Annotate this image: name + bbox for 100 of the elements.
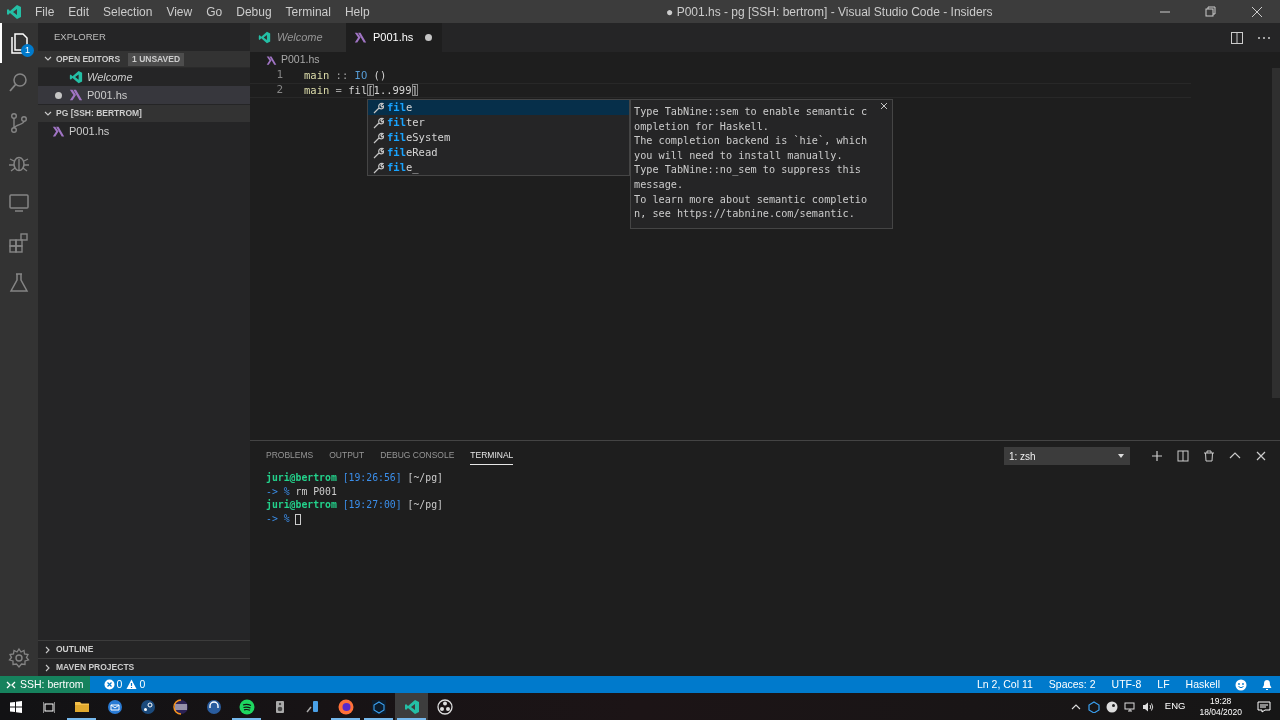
status-item[interactable]: UTF-8 [1103,676,1150,693]
restore-icon [1204,4,1218,19]
code-line: main :: IO () [304,67,387,83]
smiley-icon[interactable] [1235,678,1247,691]
menu-item[interactable]: Go [199,2,230,21]
wrench-icon [372,146,384,159]
wrench-icon [372,161,384,174]
status-item[interactable]: LF [1149,676,1178,693]
split-editor-icon[interactable] [1230,30,1244,45]
dropdown-icon [1117,452,1125,460]
section-title: PG [SSH: BERTROM] [56,107,142,120]
terminal-line: -> % [266,512,1280,526]
editor-tab[interactable]: P001.hs [346,23,442,52]
close-button[interactable] [880,102,888,110]
phone-icon [304,698,321,715]
lambda-icon [354,31,367,44]
blocks-icon [7,231,31,255]
language-indicator[interactable]: ENG [1164,699,1186,714]
file-tree-item[interactable]: P001.hs [38,122,250,141]
tab-label: Welcome [277,30,323,46]
terminal-select[interactable]: 1: zsh [1004,447,1130,465]
suggestion-label: fileSystem [387,129,451,145]
clock[interactable]: 19:28 18/04/2020 [1199,695,1242,718]
lambda-icon [69,88,83,102]
panel-tab[interactable]: DEBUG CONSOLE [380,446,455,466]
file-name: Welcome [87,69,133,85]
warning-count: 0 [139,676,146,692]
menu-item[interactable]: View [159,2,200,21]
suggestion-item[interactable]: file_ [368,160,629,175]
lambda-icon [266,54,277,66]
menu-item[interactable]: Debug [229,2,279,21]
tab-label: P001.hs [373,30,414,46]
clock-date: 18/04/2020 [1199,706,1242,718]
suggestion-label: file [387,99,413,115]
status-item[interactable]: Spaces: 2 [1040,676,1104,693]
details-text: Type TabNine::sem to enable semantic c ompletion for Haskell. The completion backend is `hie`, which you will need to install manually. Type TabNine::no_sem to suppress this message. To learn more about semantic completio n, see https://tabnine.com/semantic. [634,105,868,222]
suggestion-label: filter [387,114,425,130]
remote-label: SSH: bertrom [20,676,84,692]
wrench-icon [372,116,384,129]
menu-item[interactable]: File [28,2,62,21]
section-title: MAVEN PROJECTS [56,661,135,674]
open-editor-item[interactable]: P001.hs [38,86,250,104]
file-name: P001.hs [69,124,110,140]
suggestion-item[interactable]: filter [368,115,629,130]
suggestion-item[interactable]: file [368,100,629,115]
bell-icon[interactable] [1261,678,1273,691]
problems-indicator[interactable]: 0 0 [97,676,152,693]
close-icon [1250,4,1264,19]
lambda-icon [52,125,65,138]
editor-tab[interactable]: Welcome [250,23,346,52]
minimize-icon [1160,10,1170,13]
menu-item[interactable]: Terminal [278,2,338,21]
sidebar-title: EXPLORER [54,29,106,44]
network-icon[interactable] [1123,700,1136,713]
window-title: ● P001.hs - pg [SSH: bertrom] - Visual Studio Code - Insiders [666,3,993,21]
suggestion-label: fileRead [387,144,438,160]
wrench-icon [372,101,384,114]
volume-icon[interactable] [1141,700,1154,713]
suggestion-item[interactable]: fileRead [368,145,629,160]
headset-icon [205,698,222,715]
open-editor-item[interactable]: Welcome [38,68,250,86]
wrench-icon [372,131,384,144]
close-icon[interactable] [1255,450,1267,462]
clock-time: 19:28 [1210,695,1232,707]
flask-icon [7,271,31,295]
terminal-line: juri@bertrom [19:27:00] [~/pg] [266,499,444,513]
menu-item[interactable]: Selection [96,2,160,21]
plus-icon[interactable] [1151,450,1163,462]
windows-icon [10,700,22,713]
suggestion-item[interactable]: fileSystem [368,130,629,145]
settings-icon[interactable] [8,647,30,669]
breadcrumb[interactable]: P001.hs [281,52,320,68]
line-number: 2 [275,82,283,99]
close-icon [880,102,888,110]
warning-icon [126,679,138,690]
section-title: OUTLINE [56,643,94,656]
task-view-icon [42,700,55,713]
status-item[interactable]: Haskell [1177,676,1228,693]
panel-tab[interactable]: PROBLEMS [266,446,314,466]
trash-icon[interactable] [1203,450,1215,462]
menu-item[interactable]: Help [337,2,377,21]
status-item[interactable]: Ln 2, Col 11 [969,676,1041,693]
section-header[interactable]: OPEN EDITORS 1 UNSAVED [38,51,250,68]
section-header[interactable]: OUTLINE [38,640,250,658]
section-title: OPEN EDITORS [56,52,121,66]
terminal-line: -> % rm P001 [266,485,338,499]
badge: 1 [21,44,34,57]
remote-indicator[interactable]: SSH: bertrom [0,676,90,693]
badge: 1 UNSAVED [128,52,185,66]
select-value: 1: zsh [1009,449,1037,464]
split-icon[interactable] [1177,450,1189,462]
panel-tab[interactable]: OUTPUT [329,446,365,466]
panel-tab[interactable]: TERMINAL [470,446,514,466]
monitor-icon [7,191,31,215]
envelope-icon [106,698,123,715]
notification-icon[interactable] [1257,699,1271,714]
file-name: P001.hs [87,87,128,103]
error-count: 0 [116,676,123,692]
menu-item[interactable]: Edit [61,2,97,21]
section-header[interactable]: PG [SSH: BERTROM] [38,105,250,122]
